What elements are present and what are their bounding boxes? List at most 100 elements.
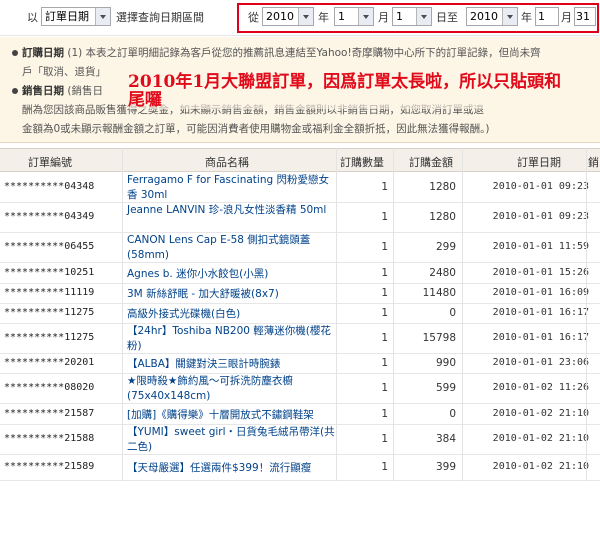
product-link[interactable]: Ferragamo F for Fascinating 閃粉愛戀女香 30ml	[127, 173, 335, 203]
amount-cell: 0	[449, 307, 456, 319]
product-link[interactable]: 高級外接式光碟機(白色)	[127, 307, 335, 322]
order-date-cell: 2010-01-01 16:09	[492, 287, 589, 298]
table-header: 訂單編號 商品名稱 訂購數量 訂購金額 訂單日期 銷	[0, 148, 600, 172]
date-type-value: 訂單日期	[45, 10, 89, 23]
product-link[interactable]: 【YUMI】sweet girl・日貨兔毛絨吊帶洋(共二色)	[127, 425, 335, 455]
order-id-cell: **********06455	[4, 241, 95, 252]
table-row: **********04348 Ferragamo F for Fascinati…	[0, 173, 600, 203]
bullet-icon	[12, 87, 18, 94]
product-link[interactable]: 【天母嚴選】任選兩件$399！流行顯瘦	[127, 461, 335, 476]
amount-cell: 299	[435, 241, 456, 253]
quantity-cell: 1	[381, 241, 388, 253]
month-label: 月	[378, 11, 389, 24]
from-day-value: 1	[396, 10, 403, 23]
year-label: 年	[318, 11, 329, 24]
order-id-cell: **********21588	[4, 433, 95, 444]
order-id-cell: **********11275	[4, 332, 95, 343]
order-date-cell: 2010-01-02 21:10	[492, 461, 589, 472]
order-id-cell: **********10251	[4, 267, 95, 278]
date-filter-bar: 以 訂單日期 選擇查詢日期區間 從 2010 年 1 月 1 日至 2010 年…	[0, 0, 600, 36]
to-label: 日至	[436, 11, 458, 24]
info-line-cancel: 戶「取消、退貨」	[22, 66, 106, 78]
quantity-cell: 1	[381, 433, 388, 445]
order-date-cell: 2010-01-01 09:23	[492, 211, 589, 222]
chevron-down-icon	[502, 8, 517, 25]
product-link[interactable]: ★限時殺★飾約風～可拆洗防塵衣櫥(75x40x148cm)	[127, 374, 335, 404]
column-divider	[586, 148, 587, 481]
amount-cell: 384	[435, 433, 456, 445]
order-date-cell: 2010-01-02 11:26	[492, 382, 589, 393]
order-date-cell: 2010-01-02 21:10	[492, 433, 589, 444]
info-line-order-date: 訂購日期 (1) 本表之訂單明細記錄為客戶從您的推薦訊息連結至Yahoo!奇摩購…	[0, 45, 541, 60]
to-month-select[interactable]: 1	[535, 7, 559, 26]
order-date-cell: 2010-01-01 16:17	[492, 307, 589, 318]
amount-cell: 15798	[422, 332, 456, 344]
product-link[interactable]: 【ALBA】關鍵對決三眼計時腕錶	[127, 357, 335, 372]
amount-cell: 11480	[422, 287, 456, 299]
to-day-value: 31	[576, 10, 590, 23]
year-label: 年	[521, 11, 532, 24]
quantity-cell: 1	[381, 461, 388, 473]
table-row: **********10251 Agnes b. 迷你小水餃包(小黑) 1 2480 2…	[0, 263, 600, 284]
from-day-select[interactable]: 1	[392, 7, 432, 26]
info-text: (銷售日	[67, 85, 103, 97]
product-link[interactable]: 3M 新絲舒眠 - 加大舒暖被(8x7)	[127, 287, 335, 302]
product-link[interactable]: 【24hr】Toshiba NB200 輕薄迷你機(櫻花粉)	[127, 324, 335, 354]
order-date-cell: 2010-01-01 23:06	[492, 357, 589, 368]
header-date: 訂單日期	[517, 156, 561, 169]
order-id-cell: **********11119	[4, 287, 95, 298]
column-divider	[122, 148, 123, 481]
header-amount: 訂購金額	[409, 156, 453, 169]
product-link[interactable]: Agnes b. 迷你小水餃包(小黑)	[127, 267, 335, 282]
to-year-select[interactable]: 2010	[466, 7, 518, 26]
column-divider	[336, 148, 337, 481]
product-link[interactable]: CANON Lens Cap E-58 側扣式鏡頭蓋(58mm)	[127, 233, 335, 263]
table-row: **********21588 【YUMI】sweet girl・日貨兔毛絨吊帶洋…	[0, 425, 600, 455]
table-row: **********11275 【24hr】Toshiba NB200 輕薄迷你機…	[0, 324, 600, 354]
info-text: (1) 本表之訂單明細記錄為客戶從您的推薦訊息連結至Yahoo!奇摩購物中心所下…	[67, 47, 541, 59]
quantity-cell: 1	[381, 357, 388, 369]
header-qty: 訂購數量	[340, 156, 384, 169]
product-link[interactable]: [加購]《購得樂》十層開放式不鏽鋼鞋架	[127, 408, 335, 423]
order-date-cell: 2010-01-01 09:23	[492, 181, 589, 192]
info-title-sale-date: 銷售日期	[22, 85, 64, 97]
amount-cell: 2480	[429, 267, 456, 279]
order-id-cell: **********21589	[4, 461, 95, 472]
to-day-select[interactable]: 31	[574, 7, 596, 26]
to-month-value: 1	[538, 10, 545, 23]
date-type-select[interactable]: 訂單日期	[41, 7, 111, 26]
quantity-cell: 1	[381, 287, 388, 299]
table-row: **********06455 CANON Lens Cap E-58 側扣式鏡頭…	[0, 233, 600, 263]
table-row: **********04349 Jeanne LANVIN 珍-浪凡女性淡香精 5…	[0, 203, 600, 233]
table-row: **********20201 【ALBA】關鍵對決三眼計時腕錶 1 990 2010-…	[0, 354, 600, 374]
table-row: **********21589 【天母嚴選】任選兩件$399！流行顯瘦 1 399 20…	[0, 455, 600, 481]
amount-cell: 599	[435, 382, 456, 394]
annotation-line-1: 2010年1月大聯盟訂單，因爲訂單太長啦，所以只貼頭和	[128, 72, 562, 92]
column-divider	[462, 148, 463, 481]
order-date-cell: 2010-01-01 11:59	[492, 241, 589, 252]
filter-by-label: 以	[27, 11, 38, 24]
order-id-cell: **********04349	[4, 211, 95, 222]
product-link[interactable]: Jeanne LANVIN 珍-浪凡女性淡香精 50ml	[127, 203, 335, 218]
order-id-cell: **********04348	[4, 181, 95, 192]
from-year-value: 2010	[266, 10, 294, 23]
quantity-cell: 1	[381, 267, 388, 279]
quantity-cell: 1	[381, 181, 388, 193]
amount-cell: 399	[435, 461, 456, 473]
chevron-down-icon	[95, 8, 110, 25]
filter-range-label: 選擇查詢日期區間	[116, 11, 204, 24]
annotation-line-2: 尾囉	[128, 90, 162, 110]
order-id-cell: **********21587	[4, 408, 95, 419]
quantity-cell: 1	[381, 382, 388, 394]
order-date-cell: 2010-01-01 15:26	[492, 267, 589, 278]
from-label: 從	[248, 11, 259, 24]
from-year-select[interactable]: 2010	[262, 7, 314, 26]
info-line-zero-amount: 金額為0或未顯示報酬金額之訂單，可能因消費者使用購物金或福利金全額折抵，因此無法…	[22, 123, 490, 135]
from-month-value: 1	[338, 10, 345, 23]
header-sale: 銷	[588, 156, 599, 169]
from-month-select[interactable]: 1	[334, 7, 374, 26]
quantity-cell: 1	[381, 332, 388, 344]
chevron-down-icon	[416, 8, 431, 25]
order-id-cell: **********20201	[4, 357, 95, 368]
chevron-down-icon	[358, 8, 373, 25]
